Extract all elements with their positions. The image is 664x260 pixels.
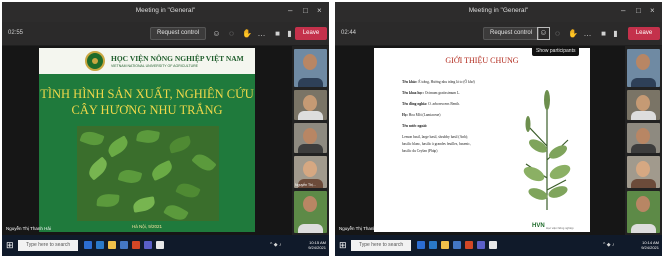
meeting-toolbar: 02:55 Request control ☺ ◌ ✋ … ■ ▮ ▲ Leav…: [2, 22, 329, 45]
plant-photo: [77, 126, 219, 221]
word-icon[interactable]: [120, 241, 128, 249]
slide-text-line: basilic blanc, basilic à grandes feuille…: [402, 142, 471, 146]
request-control-button[interactable]: Request control: [483, 27, 540, 40]
taskbar-search-input[interactable]: Type here to search: [18, 240, 78, 251]
slide-date: Hà Nội, 9/2021: [131, 224, 163, 229]
slide-text-line: Tên đồng nghĩa: O. arborescens Benth.: [402, 102, 460, 106]
windows-taskbar: ⊞ Type here to search ^ ◆ ♪ 10:14 AM 9/2…: [335, 235, 662, 256]
participant-tile[interactable]: [627, 123, 660, 153]
slide-text-line: Tên khoa học: Ocimum gratissimum L.: [402, 91, 461, 95]
institute-name: HỌC VIỆN NÔNG NGHIỆP VIỆT NAM: [111, 54, 244, 63]
taskbar-clock[interactable]: 10:14 AM 9/24/2021: [641, 240, 659, 250]
windows-start-icon[interactable]: ⊞: [339, 241, 348, 250]
university-logo-icon: [85, 51, 105, 71]
word-icon[interactable]: [453, 241, 461, 249]
slide-text-line: Họ: Hoa Môi (Lamiaceae): [402, 113, 441, 117]
slide-text-line: Tên khác: É trắng, Hương nhu trắng lá to…: [402, 80, 475, 84]
clock-date: 9/24/2021: [308, 245, 326, 250]
slide-title-line-1: TÌNH HÌNH SẢN XUẤT, NGHIÊN CỨU: [40, 87, 254, 101]
close-icon[interactable]: ×: [650, 6, 655, 16]
participants-icon[interactable]: ☺: [537, 27, 550, 40]
powerpoint-icon[interactable]: [465, 241, 473, 249]
participant-tile[interactable]: [627, 49, 660, 87]
participants-panel: Nguyễn Thị...: [292, 46, 329, 235]
teams-window-right: Meeting in "General" – □ × 02:44 Request…: [335, 2, 662, 256]
meeting-timer: 02:55: [8, 30, 24, 36]
presenter-name: Nguyễn Thị Thanh Hải: [339, 226, 384, 231]
slide-text-line: basilic du Ceylan (Pháp): [402, 149, 438, 153]
raise-hand-icon[interactable]: ✋: [568, 29, 578, 38]
minimize-icon[interactable]: –: [621, 6, 625, 16]
hvn-logo-sub: Học viện Nông nghiệp: [546, 226, 574, 230]
raise-hand-icon[interactable]: ✋: [242, 29, 252, 38]
chrome-icon[interactable]: [489, 241, 497, 249]
meeting-timer: 02:44: [341, 30, 357, 36]
edge-icon[interactable]: [96, 241, 104, 249]
slide-header: HỌC VIỆN NÔNG NGHIỆP VIỆT NAM VIETNAM NA…: [39, 48, 255, 74]
leave-button[interactable]: Leave: [295, 27, 327, 40]
slide-text-line: Tên nước ngoài:: [402, 124, 428, 128]
close-icon[interactable]: ×: [317, 6, 322, 16]
slide-text-line: Lemon basil, large basil, shrubby basil …: [402, 135, 469, 139]
participant-tile[interactable]: [294, 90, 327, 120]
participant-tile[interactable]: [294, 191, 327, 233]
presenter-name: Nguyễn Thị Thanh Hải: [6, 226, 51, 231]
presentation-slide: HỌC VIỆN NÔNG NGHIỆP VIỆT NAM VIETNAM NA…: [39, 48, 255, 232]
show-participants-tooltip: Show participants: [532, 46, 580, 56]
teams-icon[interactable]: [477, 241, 485, 249]
camera-icon[interactable]: ■: [599, 29, 608, 38]
participant-tile[interactable]: [627, 156, 660, 188]
clock-date: 9/24/2021: [641, 245, 659, 250]
microphone-icon[interactable]: ▮: [285, 29, 294, 38]
presentation-slide: GIỚI THIỆU CHUNG Tên khác: É trắng, Hươn…: [374, 48, 590, 232]
file-explorer-icon[interactable]: [108, 241, 116, 249]
window-title: Meeting in "General": [468, 7, 529, 14]
microphone-icon[interactable]: ▮: [611, 29, 620, 38]
title-bar: Meeting in "General" – □ ×: [2, 2, 329, 22]
edge-icon[interactable]: [429, 241, 437, 249]
more-actions-icon[interactable]: …: [583, 29, 592, 38]
participant-tile[interactable]: Nguyễn Thị...: [294, 156, 327, 188]
teams-window-left: Meeting in "General" – □ × 02:55 Request…: [2, 2, 329, 256]
maximize-icon[interactable]: □: [303, 6, 308, 16]
institute-name-en: VIETNAM NATIONAL UNIVERSITY OF AGRICULTU…: [111, 64, 198, 68]
camera-icon[interactable]: ■: [273, 29, 282, 38]
botanical-illustration: [523, 90, 571, 210]
maximize-icon[interactable]: □: [636, 6, 641, 16]
task-view-icon[interactable]: [84, 241, 92, 249]
title-bar: Meeting in "General" – □ ×: [335, 2, 662, 22]
teams-icon[interactable]: [144, 241, 152, 249]
participant-tile[interactable]: [294, 49, 327, 87]
windows-start-icon[interactable]: ⊞: [6, 241, 15, 250]
slide-title-line-2: CÂY HƯƠNG NHU TRẮNG: [71, 103, 223, 117]
task-view-icon[interactable]: [417, 241, 425, 249]
file-explorer-icon[interactable]: [441, 241, 449, 249]
chrome-icon[interactable]: [156, 241, 164, 249]
participant-tile[interactable]: [627, 191, 660, 233]
powerpoint-icon[interactable]: [132, 241, 140, 249]
hvn-logo: HVN: [532, 223, 545, 229]
more-actions-icon[interactable]: …: [257, 29, 266, 38]
request-control-button[interactable]: Request control: [150, 27, 207, 40]
participants-panel: [625, 46, 662, 235]
windows-taskbar: ⊞ Type here to search ^ ◆ ♪ 10:15 AM 9/2…: [2, 235, 329, 256]
chat-icon[interactable]: ◌: [227, 29, 236, 38]
participant-name: Nguyễn Thị...: [295, 183, 316, 187]
slide-heading: GIỚI THIỆU CHUNG: [445, 56, 519, 65]
leave-button[interactable]: Leave: [628, 27, 660, 40]
participants-icon[interactable]: ☺: [212, 29, 221, 38]
taskbar-search-input[interactable]: Type here to search: [351, 240, 411, 251]
system-tray-icon[interactable]: ^ ◆ ♪: [270, 242, 281, 248]
participant-tile[interactable]: [627, 90, 660, 120]
window-title: Meeting in "General": [135, 7, 196, 14]
system-tray-icon[interactable]: ^ ◆ ♪: [603, 242, 614, 248]
minimize-icon[interactable]: –: [288, 6, 292, 16]
participant-tile[interactable]: [294, 123, 327, 153]
meeting-toolbar: 02:44 Request control ☺ ◌ ✋ … ■ ▮ Leave: [335, 22, 662, 45]
chat-icon[interactable]: ◌: [553, 29, 562, 38]
taskbar-clock[interactable]: 10:15 AM 9/24/2021: [308, 240, 326, 250]
